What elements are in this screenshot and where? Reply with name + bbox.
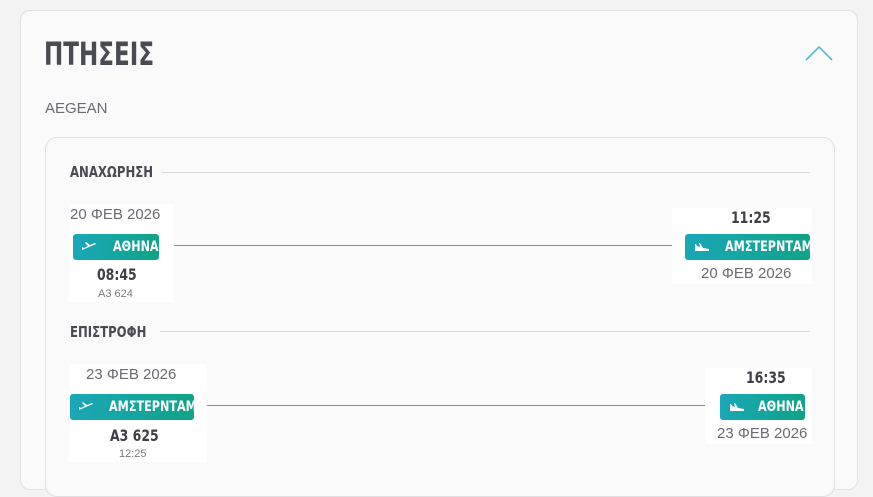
outbound-route-line <box>174 245 674 246</box>
outbound-destination-city: ΑΜΣΤΕΡΝΤΑΜ <box>725 239 813 255</box>
chevron-up-icon <box>805 45 833 61</box>
plane-landing-icon <box>695 243 709 251</box>
return-destination-city: ΑΘΗΝΑ <box>758 399 804 415</box>
return-arrival-time: 16:35 <box>746 368 786 387</box>
return-destination-pill[interactable]: ΑΘΗΝΑ <box>720 394 805 420</box>
return-route-line <box>207 405 705 406</box>
outbound-arrival-time: 11:25 <box>731 208 771 227</box>
outbound-departure-time: 08:45 <box>97 265 137 284</box>
outbound-divider <box>162 172 810 173</box>
outbound-destination-date: 20 ΦΕΒ 2026 <box>701 265 792 282</box>
plane-takeoff-icon <box>79 402 93 410</box>
return-departure-time: 12:25 <box>119 448 147 460</box>
outbound-origin-pill[interactable]: ΑΘΗΝΑ <box>73 234 159 260</box>
return-origin-pill[interactable]: ΑΜΣΤΕΡΝΤΑΜ <box>70 394 197 420</box>
outbound-label: ΑΝΑΧΩΡΗΣΗ <box>70 163 154 181</box>
outbound-origin-date: 20 ΦΕΒ 2026 <box>70 206 161 223</box>
return-origin-date: 23 ΦΕΒ 2026 <box>86 366 177 383</box>
outbound-flight-number: A3 624 <box>98 288 133 300</box>
plane-takeoff-icon <box>82 242 96 250</box>
return-flight-code: A3 625 <box>110 426 159 445</box>
return-divider <box>160 331 810 332</box>
plane-landing-icon <box>730 403 744 411</box>
return-label: ΕΠΙΣΤΡΟΦΗ <box>70 323 147 341</box>
section-title: ΠΤΗΣΕΙΣ <box>44 35 155 73</box>
collapse-toggle[interactable] <box>804 42 834 62</box>
outbound-origin-city: ΑΘΗΝΑ <box>113 239 159 255</box>
airline-name: AEGEAN <box>45 100 108 117</box>
outbound-destination-pill[interactable]: ΑΜΣΤΕΡΝΤΑΜ <box>685 234 813 260</box>
return-destination-date: 23 ΦΕΒ 2026 <box>717 425 808 442</box>
return-origin-city: ΑΜΣΤΕΡΝΤΑΜ <box>109 399 197 415</box>
